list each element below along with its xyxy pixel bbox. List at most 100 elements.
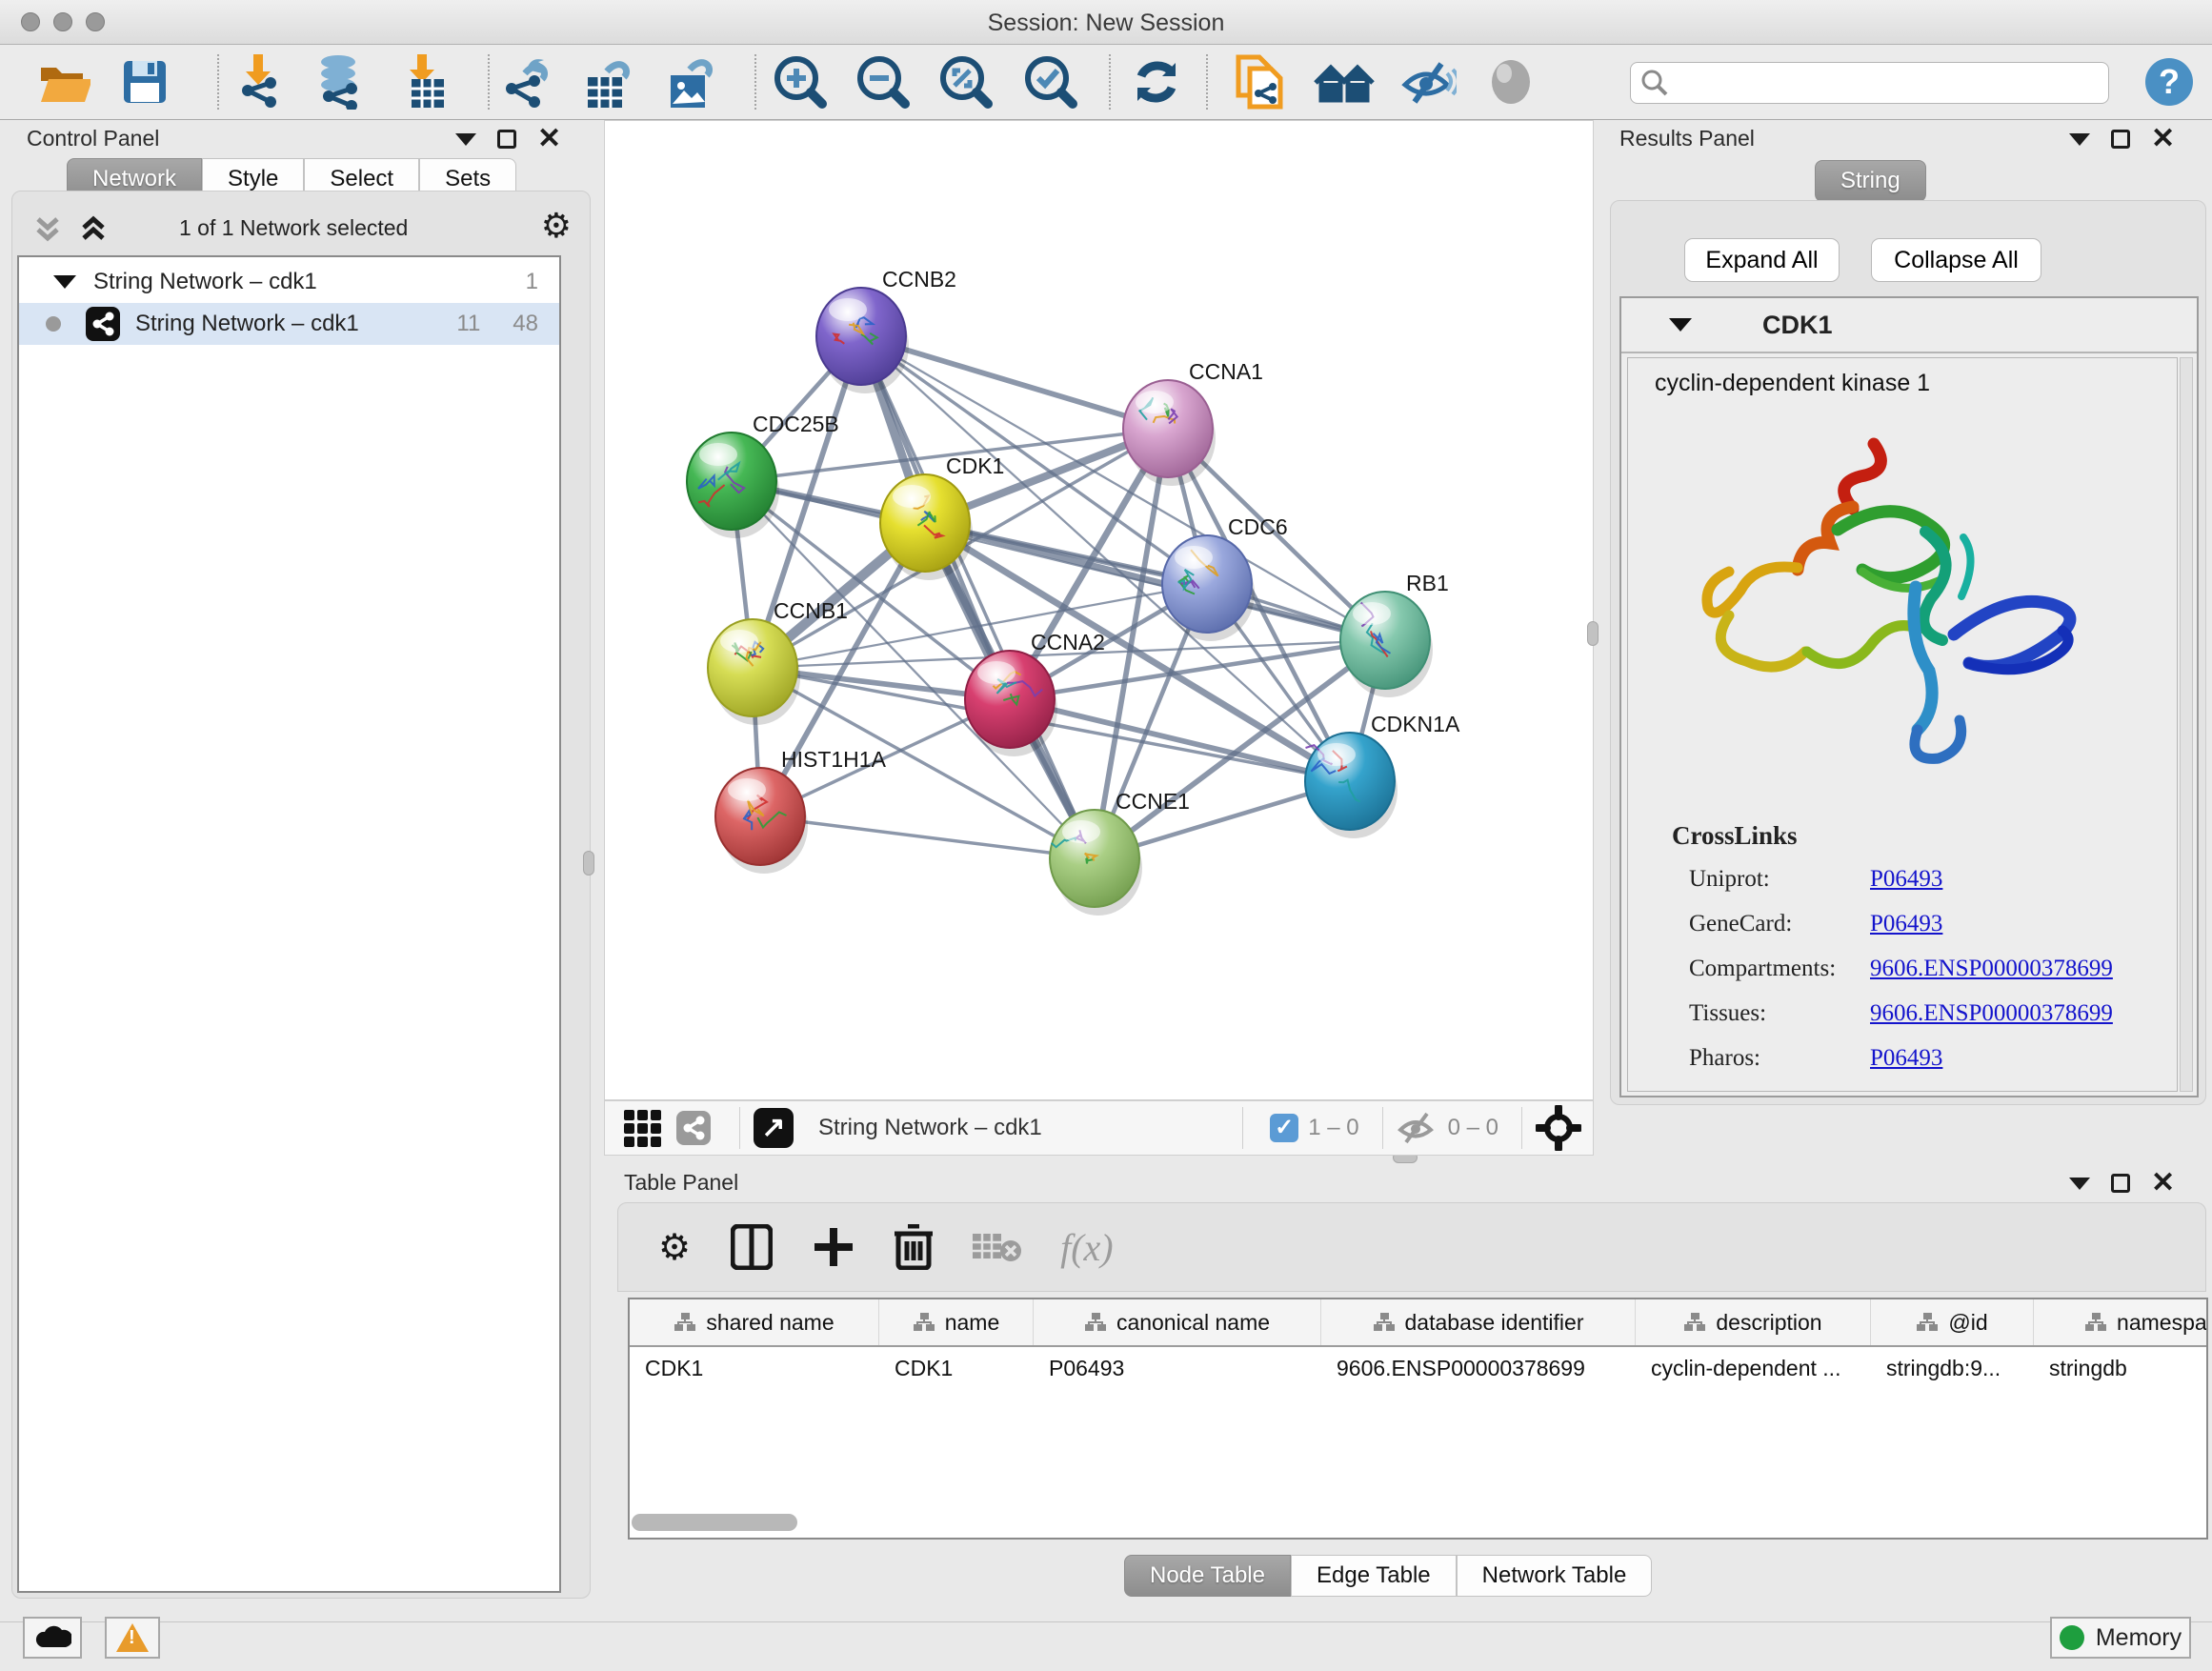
crosslink-link[interactable]: 9606.ENSP00000378699 — [1870, 956, 2113, 982]
column-header-database-identifier[interactable]: database identifier — [1321, 1299, 1636, 1345]
left-splitter-handle[interactable] — [583, 851, 594, 876]
node-label-CDK1: CDK1 — [946, 453, 1004, 478]
save-session-icon[interactable] — [114, 52, 175, 111]
home-pages-icon[interactable] — [1314, 52, 1375, 111]
help-icon[interactable]: ? — [2145, 58, 2193, 106]
table-cell[interactable]: stringdb — [2034, 1347, 2208, 1391]
warning-status-button[interactable] — [105, 1617, 160, 1659]
column-header-name[interactable]: name — [879, 1299, 1034, 1345]
table-settings-gear-icon[interactable]: ⚙ — [658, 1226, 691, 1269]
search-field[interactable] — [1630, 62, 2109, 104]
fit-crosshair-icon[interactable] — [1536, 1105, 1581, 1151]
gene-section-header[interactable]: CDK1 — [1621, 298, 2197, 353]
open-session-icon[interactable] — [34, 52, 95, 111]
function-builder-icon[interactable]: f(x) — [1060, 1225, 1114, 1270]
edge-HIST1H1A-CCNE1[interactable] — [760, 816, 1095, 858]
import-table-icon[interactable] — [395, 52, 456, 111]
copy-document-icon[interactable] — [1229, 52, 1290, 111]
node-label-CCNE1: CCNE1 — [1116, 789, 1190, 814]
edge-CCNB2-CCNE1[interactable] — [861, 336, 1095, 858]
table-row[interactable]: CDK1CDK1P064939606.ENSP00000378699cyclin… — [630, 1347, 2206, 1391]
zoom-fit-icon[interactable] — [935, 52, 996, 111]
tab-node-table[interactable]: Node Table — [1124, 1555, 1291, 1597]
toolbar-separator — [1109, 54, 1111, 110]
undock-panel-icon[interactable] — [2111, 1174, 2130, 1193]
refresh-icon[interactable] — [1126, 52, 1187, 111]
column-header-shared-name[interactable]: shared name — [630, 1299, 879, 1345]
crosslink-row: Compartments:9606.ENSP00000378699 — [1672, 956, 2113, 982]
hidden-counts: 0 – 0 — [1448, 1115, 1498, 1141]
right-splitter-handle[interactable] — [1587, 621, 1599, 646]
tab-string[interactable]: String — [1815, 160, 1926, 202]
crosslink-link[interactable]: P06493 — [1870, 866, 1942, 893]
column-header-namespace[interactable]: namespace — [2034, 1299, 2208, 1345]
import-network-icon[interactable] — [228, 52, 289, 111]
network-edge-count: 48 — [513, 311, 538, 337]
column-header-label: shared name — [706, 1310, 834, 1336]
export-table-icon[interactable] — [576, 52, 637, 111]
collapse-all-icon[interactable] — [30, 211, 65, 246]
zoom-in-icon[interactable] — [770, 52, 831, 111]
import-network-from-database-icon[interactable] — [308, 52, 369, 111]
collapse-all-button[interactable]: Collapse All — [1871, 238, 2041, 282]
crosslink-row: Tissues:9606.ENSP00000378699 — [1672, 1000, 2113, 1027]
string-badge-icon[interactable] — [676, 1111, 711, 1145]
zoom-out-icon[interactable] — [853, 52, 914, 111]
close-panel-icon[interactable]: ✕ — [537, 130, 561, 149]
node-table[interactable]: shared name namecanonical namedatabase id… — [628, 1298, 2208, 1540]
network-collection-row[interactable]: String Network – cdk1 1 — [19, 261, 559, 303]
crosslink-link[interactable]: P06493 — [1870, 911, 1942, 937]
column-header-canonical-name[interactable]: canonical name — [1034, 1299, 1321, 1345]
results-scrollbar[interactable] — [2180, 357, 2193, 1092]
node-table-header: shared name namecanonical namedatabase id… — [630, 1299, 2206, 1347]
crosslink-link[interactable]: 9606.ENSP00000378699 — [1870, 1000, 2113, 1027]
expand-all-icon[interactable] — [76, 211, 111, 246]
column-header--id[interactable]: @id — [1871, 1299, 2034, 1345]
add-column-icon[interactable] — [813, 1226, 855, 1268]
tab-edge-table[interactable]: Edge Table — [1291, 1555, 1457, 1597]
table-cell[interactable]: CDK1 — [630, 1347, 879, 1391]
gear-icon[interactable]: ⚙ — [541, 206, 572, 246]
main-toolbar: ? — [0, 45, 2212, 120]
table-panel-title: Table Panel — [624, 1170, 738, 1196]
undock-panel-icon[interactable] — [497, 130, 516, 149]
zoom-selected-icon[interactable] — [1020, 52, 1081, 111]
table-cell[interactable]: stringdb:9... — [1871, 1347, 2034, 1391]
column-header-description[interactable]: description — [1636, 1299, 1871, 1345]
selected-counts: 1 – 0 — [1308, 1115, 1358, 1141]
collapse-caret-icon[interactable] — [53, 275, 76, 289]
delete-table-icon[interactable] — [973, 1230, 1022, 1264]
crosslink-label: Pharos: — [1689, 1045, 1870, 1072]
cloud-status-button[interactable] — [23, 1617, 82, 1659]
table-cell[interactable]: cyclin-dependent ... — [1636, 1347, 1871, 1391]
network-canvas[interactable]: CCNB2CCNA1CDC25BCDK1CDC6RB1CCNB1CCNA2CDK… — [604, 120, 1594, 1100]
hidden-eye-icon[interactable] — [1397, 1111, 1438, 1145]
control-panel-controls: ✕ — [455, 130, 561, 149]
birds-eye-view-icon[interactable] — [624, 1110, 661, 1147]
tab-network-table[interactable]: Network Table — [1457, 1555, 1653, 1597]
memory-button[interactable]: Memory — [2050, 1617, 2191, 1659]
open-external-icon[interactable]: ↗ — [754, 1108, 794, 1148]
network-row-selected[interactable]: String Network – cdk1 11 48 — [19, 303, 559, 345]
export-network-icon[interactable] — [494, 52, 555, 111]
table-cell[interactable]: CDK1 — [879, 1347, 1034, 1391]
expand-all-button[interactable]: Expand All — [1684, 238, 1840, 282]
float-panel-icon[interactable] — [2069, 1178, 2090, 1190]
hide-selected-eye-icon[interactable] — [1398, 52, 1458, 111]
close-panel-icon[interactable]: ✕ — [2151, 130, 2175, 149]
show-eye-icon[interactable] — [1480, 52, 1541, 111]
delete-column-icon[interactable] — [895, 1224, 933, 1270]
float-panel-icon[interactable] — [455, 133, 476, 146]
undock-panel-icon[interactable] — [2111, 130, 2130, 149]
collapse-caret-icon[interactable] — [1669, 318, 1692, 332]
crosslink-link[interactable]: P06493 — [1870, 1045, 1942, 1072]
export-image-icon[interactable] — [659, 52, 720, 111]
close-panel-icon[interactable]: ✕ — [2151, 1174, 2175, 1193]
float-panel-icon[interactable] — [2069, 133, 2090, 146]
table-cell[interactable]: P06493 — [1034, 1347, 1321, 1391]
show-columns-icon[interactable] — [731, 1224, 773, 1270]
selected-checkbox-icon[interactable]: ✓ — [1270, 1114, 1298, 1142]
table-horizontal-scrollbar[interactable] — [632, 1514, 797, 1531]
table-cell[interactable]: 9606.ENSP00000378699 — [1321, 1347, 1636, 1391]
search-input[interactable] — [1669, 70, 2088, 96]
